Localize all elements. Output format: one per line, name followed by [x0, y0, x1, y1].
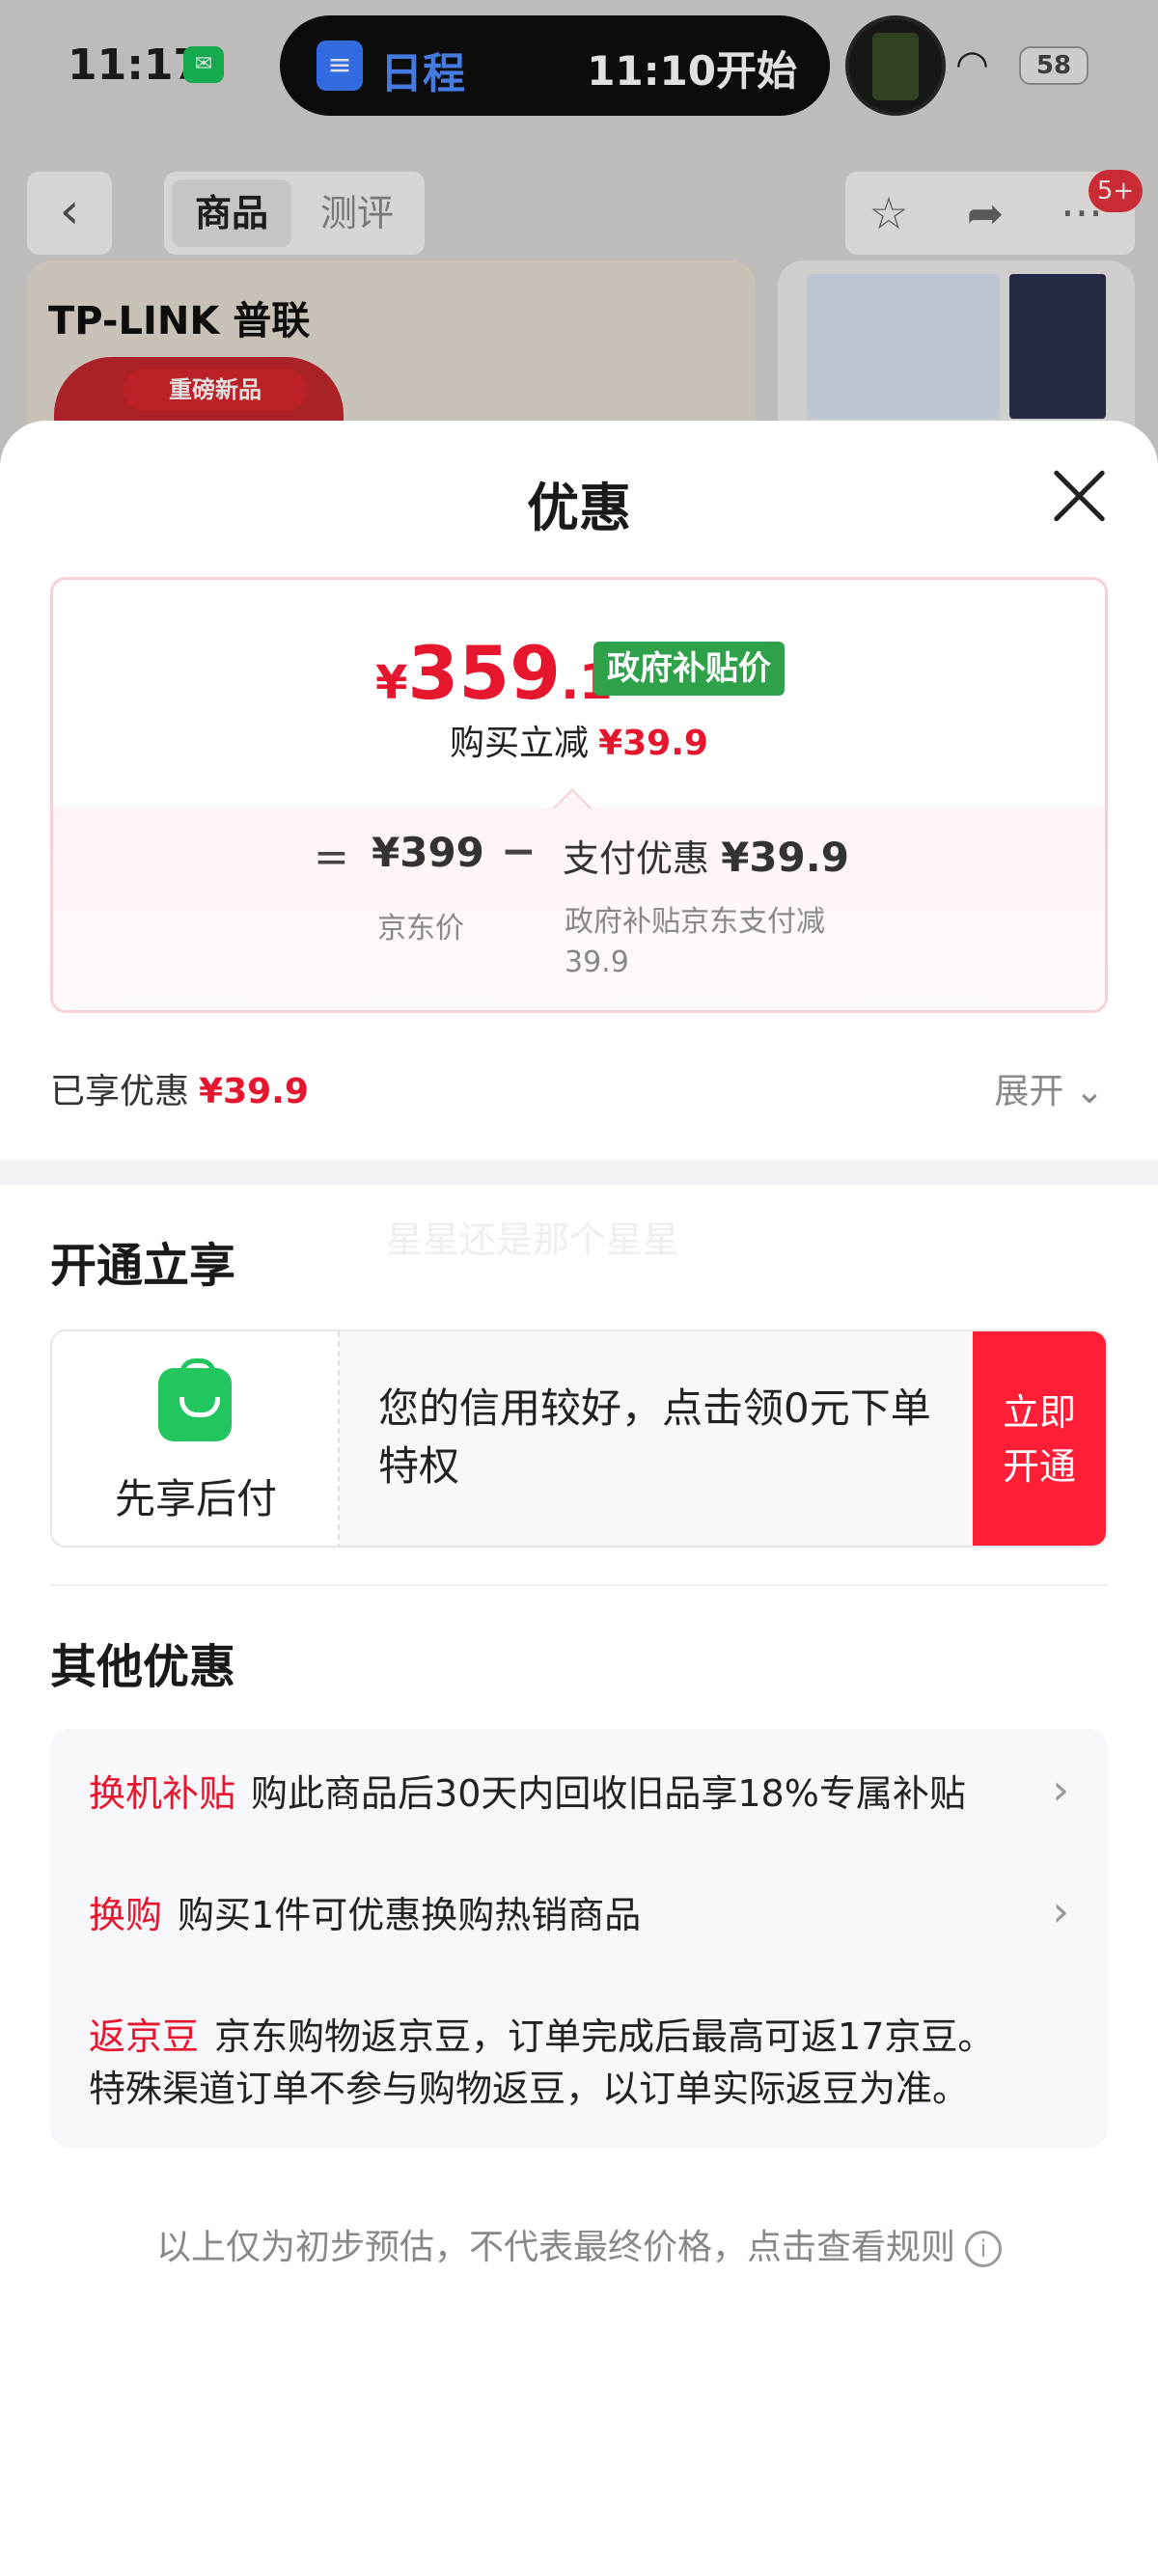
offer-tag: 换购 — [89, 1894, 163, 1936]
other-offers-card: 换机补贴 购此商品后30天内回收旧品享18%专属补贴 › 换购 购买1件可优惠换购热… — [50, 1729, 1108, 2148]
pay-discount-amount: ¥39.9 — [721, 834, 849, 881]
open-section-title: 开通立享 — [50, 1239, 236, 1293]
footnote-text: 以上仅为初步预估，不代表最终价格，点击查看规则 — [155, 2228, 955, 2267]
buy-discount-label: 购买立减 — [450, 724, 590, 763]
expand-label: 展开 — [994, 1072, 1064, 1111]
chevron-right-icon[interactable]: › — [1052, 1766, 1069, 1815]
jd-price: ¥399 — [372, 829, 484, 876]
price-card: ¥359.1 政府补贴价 购买立减 ¥39.9 = ¥399 京东价 − 支付优惠… — [50, 577, 1108, 1013]
open-button-line1: 立即 — [1002, 1391, 1076, 1434]
chevron-down-icon: ⌄ — [1074, 1072, 1104, 1111]
pay-later-brand: 先享后付 — [52, 1331, 340, 1546]
sheet-title: 优惠 — [527, 478, 631, 538]
offer-text: 京东购物返京豆，订单完成后最高可返17京豆。 — [214, 2015, 995, 2058]
buy-discount-amount: ¥39.9 — [598, 724, 708, 763]
footnote[interactable]: 以上仅为初步预估，不代表最终价格，点击查看规则 i — [0, 2219, 1158, 2269]
open-button-line2: 开通 — [1002, 1445, 1076, 1488]
overlay-dim[interactable] — [0, 0, 1158, 463]
offer-tag: 返京豆 — [89, 2015, 200, 2058]
offer-tag: 换机补贴 — [89, 1772, 236, 1815]
offer-trade-in[interactable]: 换机补贴 购此商品后30天内回收旧品享18%专属补贴 — [89, 1768, 966, 1820]
section-gap — [0, 1160, 1158, 1185]
offer-text: 购买1件可优惠换购热销商品 — [178, 1894, 642, 1936]
shopping-bag-icon — [158, 1358, 232, 1441]
other-section-title: 其他优惠 — [50, 1640, 236, 1694]
gov-subsidy-tag: 政府补贴价 — [593, 642, 785, 696]
offer-text-line2: 特殊渠道订单不参与购物返豆，以订单实际返豆为准。 — [89, 2068, 970, 2110]
pay-later-desc: 您的信用较好，点击领0元下单特权 — [378, 1384, 931, 1490]
info-icon[interactable]: i — [965, 2231, 1002, 2267]
divider — [50, 1584, 1108, 1586]
watermark: 星星还是那个星星 — [386, 1219, 680, 1261]
price-card-top: ¥359.1 政府补贴价 购买立减 ¥39.9 — [53, 580, 1105, 808]
offer-exchange[interactable]: 换购 购买1件可优惠换购热销商品 — [89, 1889, 641, 1941]
enjoyed-discount: 已享优惠 ¥39.9 — [50, 1063, 309, 1113]
equals-sign: = — [314, 833, 349, 882]
offer-jd-beans: 返京豆 京东购物返京豆，订单完成后最高可返17京豆。特殊渠道订单不参与购物返豆，以… — [89, 2011, 1073, 2115]
buy-discount-line: 购买立减 ¥39.9 — [53, 715, 1105, 765]
close-button[interactable] — [1042, 459, 1116, 533]
enjoyed-amount: ¥39.9 — [199, 1072, 309, 1111]
offer-text: 购此商品后30天内回收旧品享18%专属补贴 — [251, 1772, 966, 1815]
pay-later-name: 先享后付 — [114, 1475, 277, 1522]
chevron-right-icon[interactable]: › — [1052, 1887, 1069, 1936]
final-price-integer: 359 — [407, 630, 562, 716]
expand-button[interactable]: 展开 ⌄ — [994, 1063, 1104, 1113]
pay-discount-label: 支付优惠 — [563, 837, 710, 880]
minus-sign: − — [501, 827, 537, 876]
final-price: ¥359.1 — [375, 630, 613, 716]
jd-price-label: 京东价 — [377, 912, 464, 945]
pay-discount: 支付优惠 ¥39.9 — [563, 829, 849, 882]
enjoyed-label: 已享优惠 — [50, 1072, 190, 1111]
currency-symbol: ¥ — [375, 656, 408, 710]
discount-sheet: 优惠 ¥359.1 政府补贴价 购买立减 ¥39.9 = ¥399 京东价 − 支… — [0, 421, 1158, 2576]
open-now-button[interactable]: 立即 开通 — [973, 1331, 1106, 1546]
pay-later-card[interactable]: 先享后付 您的信用较好，点击领0元下单特权 立即 开通 — [50, 1329, 1108, 1548]
background-page: 11:17 ✉ ≡ 日程 11:10开始 ◠ 58 ‹ 商品 测评 ☆ ➦ ··… — [0, 0, 1158, 463]
pay-discount-desc: 政府补贴京东支付减39.9 — [565, 905, 825, 979]
